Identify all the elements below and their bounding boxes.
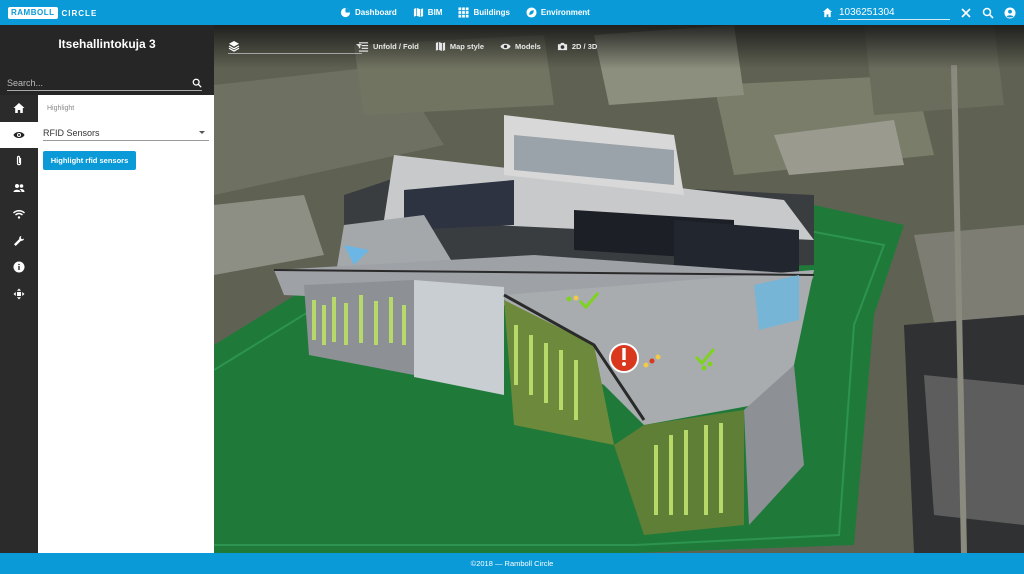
rail-info[interactable]: [0, 254, 38, 281]
move-icon: [13, 288, 25, 300]
search-icon: [982, 7, 994, 19]
sidebar-search-input[interactable]: [7, 77, 192, 88]
logo-text: CIRCLE: [61, 8, 98, 18]
map-style-button[interactable]: Map style: [435, 41, 484, 52]
wrench-icon: [14, 235, 24, 246]
paperclip-icon: [16, 156, 22, 166]
rail-attachments[interactable]: [0, 148, 38, 175]
nav-dashboard[interactable]: Dashboard: [340, 7, 397, 18]
map-3d-view[interactable]: Unfold / Fold Map style Models 2D / 3D: [214, 25, 1024, 553]
nav-environment-label: Environment: [540, 8, 590, 17]
nav-buildings[interactable]: Buildings: [458, 7, 510, 18]
nav-bim[interactable]: BIM: [413, 7, 443, 18]
unfold-fold-label: Unfold / Fold: [373, 41, 419, 51]
models-label: Models: [515, 41, 541, 51]
people-icon: [13, 183, 25, 192]
eye-icon: [500, 43, 511, 49]
list-indent-icon: [358, 41, 369, 52]
info-icon: [13, 261, 25, 273]
eye-icon: [13, 131, 25, 138]
sidebar: Itsehallintokuja 3 Hig: [0, 25, 214, 553]
account-icon: [1004, 7, 1016, 18]
building-title: Itsehallintokuja 3: [58, 37, 156, 51]
grid-icon: [458, 7, 470, 18]
clear-button[interactable]: [960, 7, 972, 19]
map-icon: [435, 41, 445, 51]
map-toolbar-items: Unfold / Fold Map style Models 2D / 3D: [358, 38, 613, 54]
map-toolbar: Unfold / Fold Map style Models 2D / 3D: [214, 25, 1024, 69]
nav-bim-label: BIM: [427, 8, 443, 17]
footer: ©2018 — Ramboll Circle: [0, 553, 1024, 574]
sidebar-search: [7, 75, 202, 91]
map-icon: [413, 7, 423, 18]
top-right-tools: [822, 0, 1016, 25]
rail-maintenance[interactable]: [0, 228, 38, 255]
2d-3d-button[interactable]: 2D / 3D: [557, 41, 597, 52]
sidebar-header: Itsehallintokuja 3: [0, 25, 214, 95]
highlight-select-value: RFID Sensors: [43, 127, 100, 138]
nav-environment[interactable]: Environment: [526, 7, 590, 18]
unfold-fold-button[interactable]: Unfold / Fold: [358, 41, 419, 52]
rail-people[interactable]: [0, 175, 38, 202]
chevron-down-icon: [199, 131, 205, 134]
close-icon: [961, 7, 971, 18]
nav-buildings-label: Buildings: [473, 8, 510, 17]
logo-box: RAMBOLL: [8, 7, 58, 19]
building-3d-scene[interactable]: [214, 25, 1024, 553]
wifi-icon: [13, 210, 25, 219]
highlight-label: Highlight: [47, 105, 75, 112]
nav-dashboard-label: Dashboard: [355, 8, 397, 17]
home-icon: [13, 103, 25, 114]
models-button[interactable]: Models: [500, 41, 541, 52]
building-search: [822, 5, 950, 20]
search-button[interactable]: [982, 7, 994, 19]
rail-sensors[interactable]: [0, 201, 38, 228]
ramboll-logo[interactable]: RAMBOLL CIRCLE: [8, 7, 97, 19]
highlight-rfid-button[interactable]: Highlight rfid sensors: [43, 151, 136, 170]
map-style-label: Map style: [449, 41, 485, 51]
pie-chart-icon: [340, 7, 351, 18]
rail-highlight[interactable]: [0, 121, 38, 148]
main-nav: Dashboard BIM Buildings Environment: [340, 0, 606, 25]
icon-rail: [0, 95, 38, 553]
highlight-select[interactable]: RFID Sensors: [43, 125, 209, 141]
2d-3d-label: 2D / 3D: [571, 41, 598, 51]
leaf-icon: [526, 7, 537, 18]
camera-icon: [557, 42, 567, 50]
search-icon[interactable]: [192, 78, 202, 88]
home-icon: [822, 7, 833, 18]
rail-move[interactable]: [0, 281, 38, 308]
rail-home[interactable]: [0, 95, 38, 122]
account-button[interactable]: [1004, 7, 1016, 19]
top-bar: RAMBOLL CIRCLE Dashboard BIM Buildings E…: [0, 0, 1024, 25]
layers-icon: [228, 40, 240, 52]
layer-select[interactable]: [228, 38, 362, 54]
building-id-input[interactable]: [838, 5, 950, 20]
